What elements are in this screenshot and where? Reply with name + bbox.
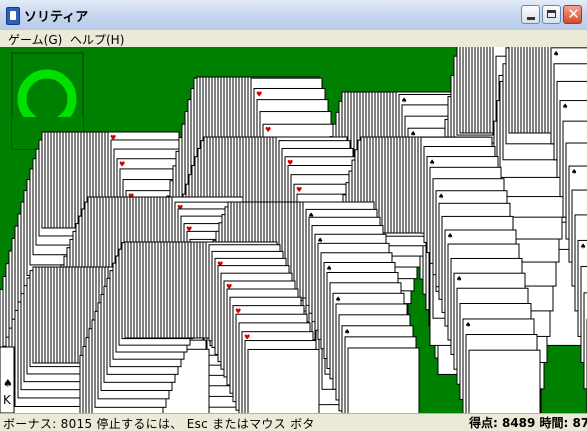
card-ghost bbox=[347, 347, 420, 413]
spade-suit-icon: ♠ bbox=[344, 328, 350, 336]
spade-suit-icon: ♠ bbox=[562, 103, 568, 111]
spade-suit-icon: ♠ bbox=[456, 275, 462, 283]
maximize-button[interactable] bbox=[542, 5, 561, 24]
solitaire-app-icon bbox=[6, 7, 20, 25]
heart-suit-icon: ♥ bbox=[265, 126, 271, 134]
card-ghost bbox=[468, 349, 541, 413]
title-bar[interactable]: ソリティア ✕ bbox=[0, 0, 587, 31]
score-time-text: 得点: 8489 時間: 87 bbox=[469, 416, 587, 430]
heart-suit-icon: ♥ bbox=[119, 161, 125, 169]
spade-suit-icon: ♠ bbox=[401, 96, 407, 104]
solitaire-window: ソリティア ✕ ゲーム(G) ヘルプ(H) ♥♥♥♥♥♥♥♥♥♥♥♥♥♥♥♥♥♥… bbox=[0, 0, 587, 431]
close-icon: ✕ bbox=[567, 5, 580, 23]
spade-suit-icon: ♠ bbox=[580, 242, 586, 250]
spade-suit-icon: ♠ bbox=[3, 377, 13, 390]
card-ghost bbox=[247, 348, 320, 413]
minimize-button[interactable] bbox=[521, 5, 540, 24]
minimize-icon bbox=[527, 17, 535, 20]
game-playfield[interactable]: ♥♥♥♥♥♥♥♥♥♥♥♥♥♥♥♥♥♥♥♥♥♥♥♥♥♥♥♥♥♥♥♥♥♠♠♠♠♠♠♠… bbox=[0, 47, 587, 413]
bonus-status-text: ボーナス: 8015 停止するには、 Esc またはマウス ボタ bbox=[3, 417, 315, 431]
heart-suit-icon: ♥ bbox=[256, 90, 262, 98]
spade-suit-icon: ♠ bbox=[553, 50, 559, 58]
spade-suit-icon: ♠ bbox=[429, 159, 435, 167]
status-bar: ボーナス: 8015 停止するには、 Esc またはマウス ボタ 得点: 848… bbox=[0, 413, 587, 431]
close-button[interactable]: ✕ bbox=[563, 5, 582, 24]
spade-suit-icon: ♠ bbox=[465, 321, 471, 329]
bottom-left-card: ♠ K bbox=[0, 346, 15, 413]
maximize-icon bbox=[547, 10, 556, 18]
spade-suit-icon: ♠ bbox=[326, 264, 332, 272]
window-title: ソリティア bbox=[24, 10, 89, 25]
card-rank-king: K bbox=[3, 393, 12, 407]
card-cascade-canvas: ♥♥♥♥♥♥♥♥♥♥♥♥♥♥♥♥♥♥♥♥♥♥♥♥♥♥♥♥♥♥♥♥♥♠♠♠♠♠♠♠… bbox=[0, 47, 587, 413]
menu-bar: ゲーム(G) ヘルプ(H) bbox=[0, 30, 587, 47]
heart-suit-icon: ♥ bbox=[296, 186, 302, 194]
spade-suit-icon: ♠ bbox=[495, 47, 501, 49]
spade-suit-icon: ♠ bbox=[335, 295, 341, 303]
menu-help[interactable]: ヘルプ(H) bbox=[70, 31, 124, 48]
spade-suit-icon: ♠ bbox=[438, 193, 444, 201]
menu-game[interactable]: ゲーム(G) bbox=[8, 31, 62, 48]
spade-suit-icon: ♠ bbox=[447, 232, 453, 240]
spade-suit-icon: ♠ bbox=[571, 168, 577, 176]
